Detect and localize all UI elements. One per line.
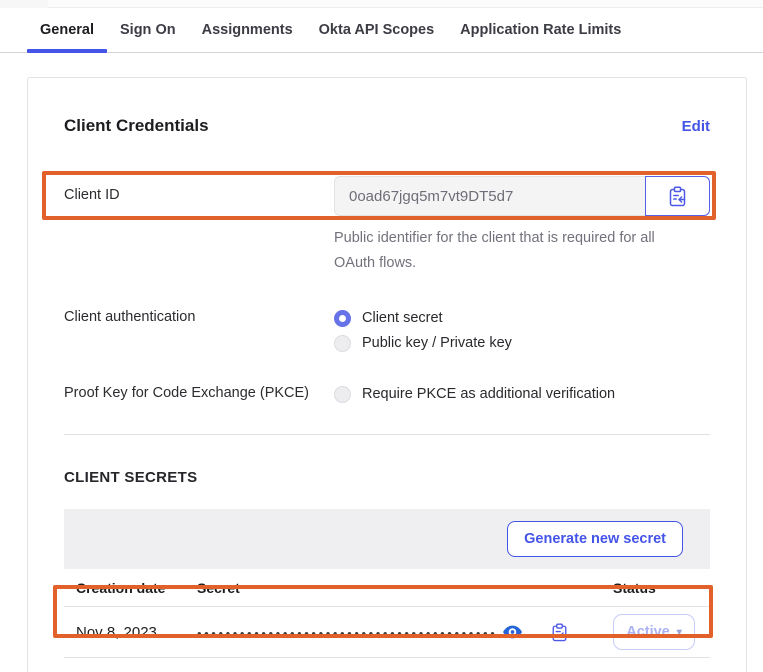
generate-new-secret-button[interactable]: Generate new secret bbox=[507, 521, 683, 557]
pkce-option: Require PKCE as additional verification bbox=[334, 382, 710, 406]
section-title: Client Credentials bbox=[64, 116, 209, 136]
copy-secret-button[interactable] bbox=[551, 623, 568, 642]
client-id-value-field[interactable]: 0oad67jgq5m7vt9DT5d7 bbox=[334, 176, 645, 216]
client-secrets-panel: Generate new secret Creation date Secret… bbox=[64, 509, 710, 658]
tab-assignments[interactable]: Assignments bbox=[189, 8, 306, 52]
header-creation-date: Creation date bbox=[64, 580, 197, 596]
clipboard-copy-icon bbox=[551, 623, 568, 642]
caret-down-icon: ▾ bbox=[677, 627, 682, 638]
header-status: Status bbox=[613, 580, 710, 596]
copy-client-id-button[interactable] bbox=[645, 176, 710, 216]
secrets-toolbar: Generate new secret bbox=[64, 509, 710, 569]
tab-application-rate-limits[interactable]: Application Rate Limits bbox=[447, 8, 634, 52]
client-id-row: Client ID 0oad67jgq5m7vt9DT5d7 bbox=[64, 176, 710, 276]
client-authentication-row: Client authentication Client secret Publ… bbox=[64, 306, 710, 355]
secret-creation-date: Nov 8, 2023 bbox=[64, 624, 197, 641]
pkce-option-label: Require PKCE as additional verification bbox=[362, 386, 615, 402]
secrets-table-header: Creation date Secret Status bbox=[64, 569, 710, 607]
top-strip bbox=[0, 0, 763, 8]
client-credentials-header: Client Credentials Edit bbox=[64, 78, 710, 136]
tab-general[interactable]: General bbox=[27, 8, 107, 52]
radio-unselected-icon[interactable] bbox=[334, 335, 351, 352]
header-secret: Secret bbox=[197, 580, 613, 596]
radio-option-label: Public key / Private key bbox=[362, 335, 512, 351]
pkce-row: Proof Key for Code Exchange (PKCE) Requi… bbox=[64, 382, 710, 406]
tab-bar: General Sign On Assignments Okta API Sco… bbox=[0, 8, 763, 53]
client-secrets-heading: CLIENT SECRETS bbox=[64, 469, 710, 486]
client-id-input-group: 0oad67jgq5m7vt9DT5d7 bbox=[334, 176, 710, 216]
client-authentication-label: Client authentication bbox=[64, 306, 334, 325]
radio-option-public-private-key: Public key / Private key bbox=[334, 331, 710, 355]
eye-icon bbox=[503, 625, 522, 639]
radio-option-client-secret: Client secret bbox=[334, 306, 710, 330]
masked-secret-value: ••••••••••••••••••••••••••••••••••••••••… bbox=[197, 624, 497, 640]
tab-okta-api-scopes[interactable]: Okta API Scopes bbox=[306, 8, 448, 52]
client-id-label: Client ID bbox=[64, 176, 334, 203]
reveal-secret-button[interactable] bbox=[503, 625, 522, 639]
table-row: Nov 8, 2023 ••••••••••••••••••••••••••••… bbox=[64, 607, 710, 658]
page: General Sign On Assignments Okta API Sco… bbox=[0, 0, 763, 672]
radio-option-label: Client secret bbox=[362, 310, 443, 326]
radio-selected-icon[interactable] bbox=[334, 310, 351, 327]
section-divider bbox=[64, 434, 710, 435]
pkce-label: Proof Key for Code Exchange (PKCE) bbox=[64, 382, 334, 401]
checkbox-unchecked-icon[interactable] bbox=[334, 386, 351, 403]
edit-link[interactable]: Edit bbox=[682, 118, 710, 135]
client-id-helper-text: Public identifier for the client that is… bbox=[334, 226, 696, 276]
general-settings-card: Client Credentials Edit Client ID 0oad67… bbox=[27, 77, 747, 672]
tab-sign-on[interactable]: Sign On bbox=[107, 8, 189, 52]
clipboard-copy-icon bbox=[668, 186, 687, 207]
status-dropdown-active[interactable]: Active ▾ bbox=[613, 614, 695, 650]
status-label: Active bbox=[626, 624, 670, 640]
